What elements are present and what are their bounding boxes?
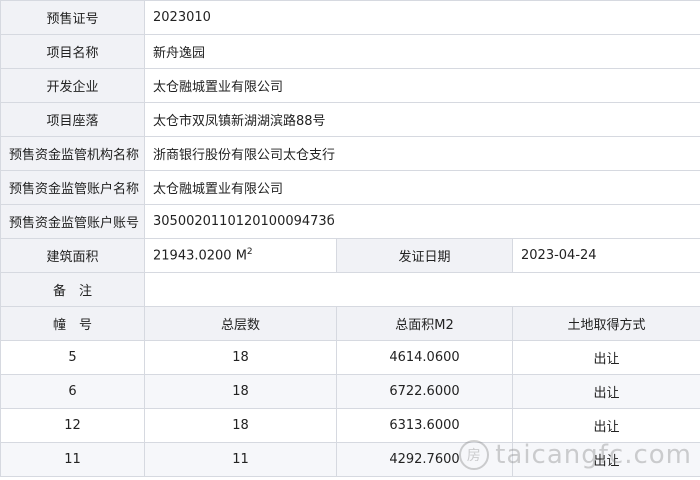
table-row: 6 18 6722.6000 出让 <box>0 374 700 409</box>
row-project-name: 项目名称 新舟逸园 <box>0 34 700 69</box>
land-method: 出让 <box>512 374 700 409</box>
floor-count: 11 <box>144 442 337 477</box>
account-no-label: 预售资金监管账户账号 <box>0 204 145 239</box>
building-no: 11 <box>0 442 145 477</box>
land-method: 出让 <box>512 442 700 477</box>
row-location: 项目座落 太仓市双凤镇新湖湖滨路88号 <box>0 102 700 137</box>
presale-info-table: 预售证号 2023010 项目名称 新舟逸园 开发企业 太仓融城置业有限公司 项… <box>0 0 700 477</box>
remark-value <box>144 272 700 307</box>
floor-count: 18 <box>144 408 337 443</box>
area-value: 21943.0200 M2 <box>144 238 337 273</box>
presale-no-label: 预售证号 <box>0 0 145 35</box>
total-area: 4292.7600 <box>336 442 513 477</box>
row-area-date: 建筑面积 21943.0200 M2 发证日期 2023-04-24 <box>0 238 700 273</box>
building-no: 6 <box>0 374 145 409</box>
building-no: 5 <box>0 340 145 375</box>
building-no: 12 <box>0 408 145 443</box>
land-method: 出让 <box>512 408 700 443</box>
table-row: 11 11 4292.7600 出让 <box>0 442 700 477</box>
developer-value: 太仓融城置业有限公司 <box>144 68 700 103</box>
issue-date-label: 发证日期 <box>336 238 513 273</box>
buildings-header-row: 幢 号 总层数 总面积M2 土地取得方式 <box>0 306 700 341</box>
header-total-area: 总面积M2 <box>336 306 513 341</box>
account-name-label: 预售资金监管账户名称 <box>0 170 145 205</box>
floor-count: 18 <box>144 340 337 375</box>
land-method: 出让 <box>512 340 700 375</box>
row-account-name: 预售资金监管账户名称 太仓融城置业有限公司 <box>0 170 700 205</box>
row-presale-no: 预售证号 2023010 <box>0 0 700 35</box>
remark-label: 备 注 <box>0 272 145 307</box>
row-account-no: 预售资金监管账户账号 305002011012010009473б <box>0 204 700 239</box>
supervise-bank-value: 浙商银行股份有限公司太仓支行 <box>144 136 700 171</box>
total-area: 4614.0600 <box>336 340 513 375</box>
area-number: 21943.0200 M <box>153 248 247 264</box>
account-no-value: 305002011012010009473б <box>144 204 700 239</box>
issue-date-value: 2023-04-24 <box>512 238 700 273</box>
project-name-label: 项目名称 <box>0 34 145 69</box>
developer-label: 开发企业 <box>0 68 145 103</box>
account-name-value: 太仓融城置业有限公司 <box>144 170 700 205</box>
presale-no-value: 2023010 <box>144 0 700 35</box>
row-developer: 开发企业 太仓融城置业有限公司 <box>0 68 700 103</box>
location-label: 项目座落 <box>0 102 145 137</box>
project-name-value: 新舟逸园 <box>144 34 700 69</box>
table-row: 12 18 6313.6000 出让 <box>0 408 700 443</box>
area-label: 建筑面积 <box>0 238 145 273</box>
total-area: 6313.6000 <box>336 408 513 443</box>
header-building-no: 幢 号 <box>0 306 145 341</box>
table-row: 5 18 4614.0600 出让 <box>0 340 700 375</box>
row-supervise-bank: 预售资金监管机构名称 浙商银行股份有限公司太仓支行 <box>0 136 700 171</box>
row-remark: 备 注 <box>0 272 700 307</box>
header-floors: 总层数 <box>144 306 337 341</box>
area-unit-superscript: 2 <box>246 247 253 258</box>
supervise-bank-label: 预售资金监管机构名称 <box>0 136 145 171</box>
total-area: 6722.6000 <box>336 374 513 409</box>
location-value: 太仓市双凤镇新湖湖滨路88号 <box>144 102 700 137</box>
floor-count: 18 <box>144 374 337 409</box>
header-land-method: 土地取得方式 <box>512 306 700 341</box>
